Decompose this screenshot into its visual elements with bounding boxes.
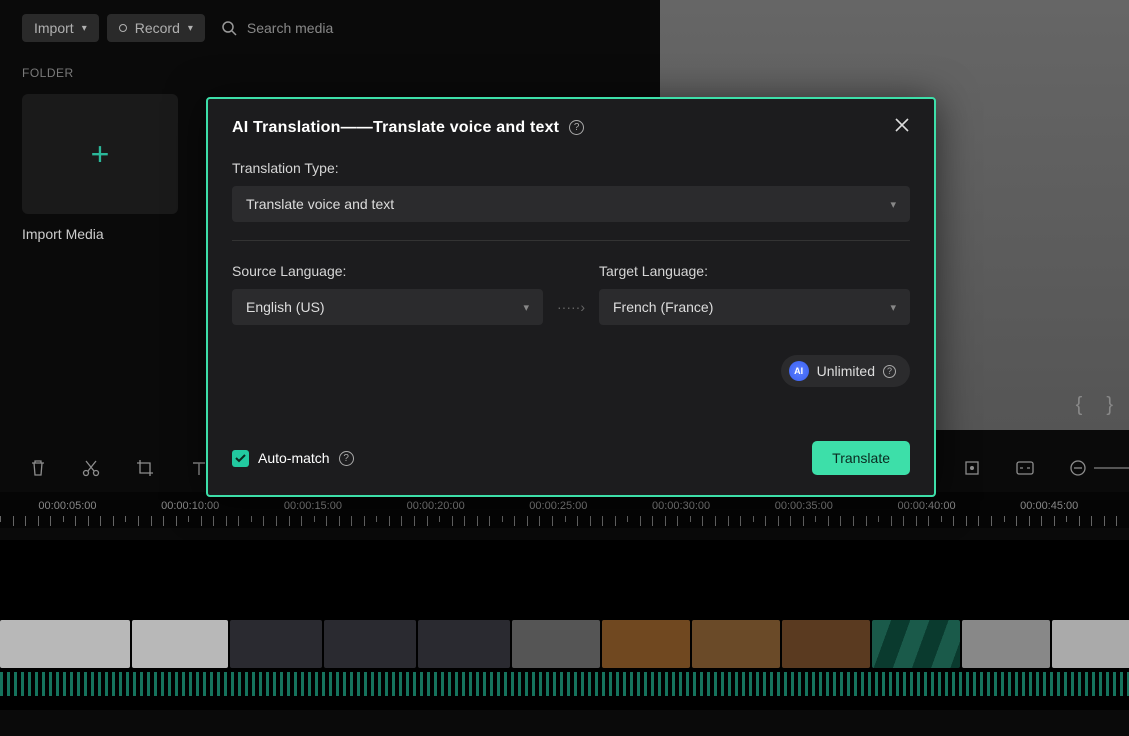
chevron-down-icon: ▾ xyxy=(188,23,193,34)
chevron-down-icon: ▾ xyxy=(523,301,529,314)
brace-left-icon[interactable]: { xyxy=(1076,394,1083,417)
clip-item[interactable] xyxy=(602,620,690,668)
clip-item[interactable] xyxy=(230,620,322,668)
timeline-timestamp: 00:00:40:00 xyxy=(897,500,955,512)
caption-icon[interactable] xyxy=(1016,461,1034,475)
folder-heading: FOLDER xyxy=(22,66,633,80)
zoom-track[interactable] xyxy=(1094,467,1129,469)
search-icon[interactable] xyxy=(221,20,237,36)
ai-translation-modal: AI Translation——Translate voice and text… xyxy=(206,97,936,497)
ai-badge-icon: AI xyxy=(789,361,809,381)
clip-item[interactable] xyxy=(962,620,1050,668)
help-icon[interactable]: ? xyxy=(883,365,896,378)
import-media-tile[interactable]: + xyxy=(22,94,178,214)
clip-item[interactable] xyxy=(132,620,228,668)
clip-item[interactable] xyxy=(324,620,416,668)
audio-waveform[interactable] xyxy=(0,672,1129,696)
crop-icon[interactable] xyxy=(136,459,154,477)
arrow-icon: ·····› xyxy=(557,299,585,325)
translation-type-select[interactable]: Translate voice and text ▾ xyxy=(232,186,910,222)
clip-item[interactable] xyxy=(1052,620,1129,668)
timeline-timestamp: 00:00:05:00 xyxy=(38,500,96,512)
zoom-slider[interactable] xyxy=(1070,460,1129,476)
timeline-timestamp: 00:00:15:00 xyxy=(284,500,342,512)
timeline-ruler[interactable]: 00:00:05:00 00:00:10:00 00:00:15:00 00:00:2… xyxy=(0,492,1129,528)
clip-item[interactable] xyxy=(0,620,130,668)
translate-button[interactable]: Translate xyxy=(812,441,910,475)
help-icon[interactable]: ? xyxy=(339,451,354,466)
clip-item[interactable] xyxy=(418,620,510,668)
close-icon[interactable] xyxy=(894,117,910,138)
clip-item[interactable] xyxy=(782,620,870,668)
chevron-down-icon: ▾ xyxy=(82,23,87,34)
modal-title: AI Translation——Translate voice and text xyxy=(232,119,559,137)
clip-item[interactable] xyxy=(692,620,780,668)
search-input[interactable]: Search media xyxy=(247,20,333,36)
clip-item[interactable] xyxy=(872,620,960,668)
chevron-down-icon: ▾ xyxy=(890,301,896,314)
target-language-label: Target Language: xyxy=(599,263,910,279)
target-language-value: French (France) xyxy=(613,299,713,315)
timeline-timestamp: 00:00:25:00 xyxy=(529,500,587,512)
source-language-value: English (US) xyxy=(246,299,325,315)
marker-icon[interactable] xyxy=(964,460,980,476)
translation-type-value: Translate voice and text xyxy=(246,196,394,212)
source-language-label: Source Language: xyxy=(232,263,543,279)
help-icon[interactable]: ? xyxy=(569,120,584,135)
translation-type-label: Translation Type: xyxy=(232,160,910,176)
auto-match-checkbox[interactable] xyxy=(232,450,249,467)
import-button[interactable]: Import ▾ xyxy=(22,14,99,42)
timeline-timestamp: 00:00:35:00 xyxy=(775,500,833,512)
trash-icon[interactable] xyxy=(30,459,46,477)
timeline-tracks[interactable] xyxy=(0,540,1129,710)
target-language-select[interactable]: French (France) ▾ xyxy=(599,289,910,325)
timeline-timestamp: 00:00:20:00 xyxy=(407,500,465,512)
zoom-out-icon[interactable] xyxy=(1070,460,1086,476)
plus-icon: + xyxy=(91,136,110,173)
timeline-timestamp: 00:00:10:00 xyxy=(161,500,219,512)
record-icon xyxy=(119,24,127,32)
timeline-timestamp: 00:00:30:00 xyxy=(652,500,710,512)
record-label: Record xyxy=(135,20,180,36)
clip-item[interactable] xyxy=(512,620,600,668)
unlimited-label: Unlimited xyxy=(817,363,875,379)
brace-right-icon[interactable]: } xyxy=(1106,394,1113,417)
source-language-select[interactable]: English (US) ▾ xyxy=(232,289,543,325)
chevron-down-icon: ▾ xyxy=(890,198,896,211)
record-button[interactable]: Record ▾ xyxy=(107,14,205,42)
import-label: Import xyxy=(34,20,74,36)
timeline-timestamp: 00:00:45:00 xyxy=(1020,500,1078,512)
auto-match-label: Auto-match xyxy=(258,450,330,466)
cut-icon[interactable] xyxy=(82,459,100,477)
unlimited-pill: AI Unlimited ? xyxy=(781,355,910,387)
